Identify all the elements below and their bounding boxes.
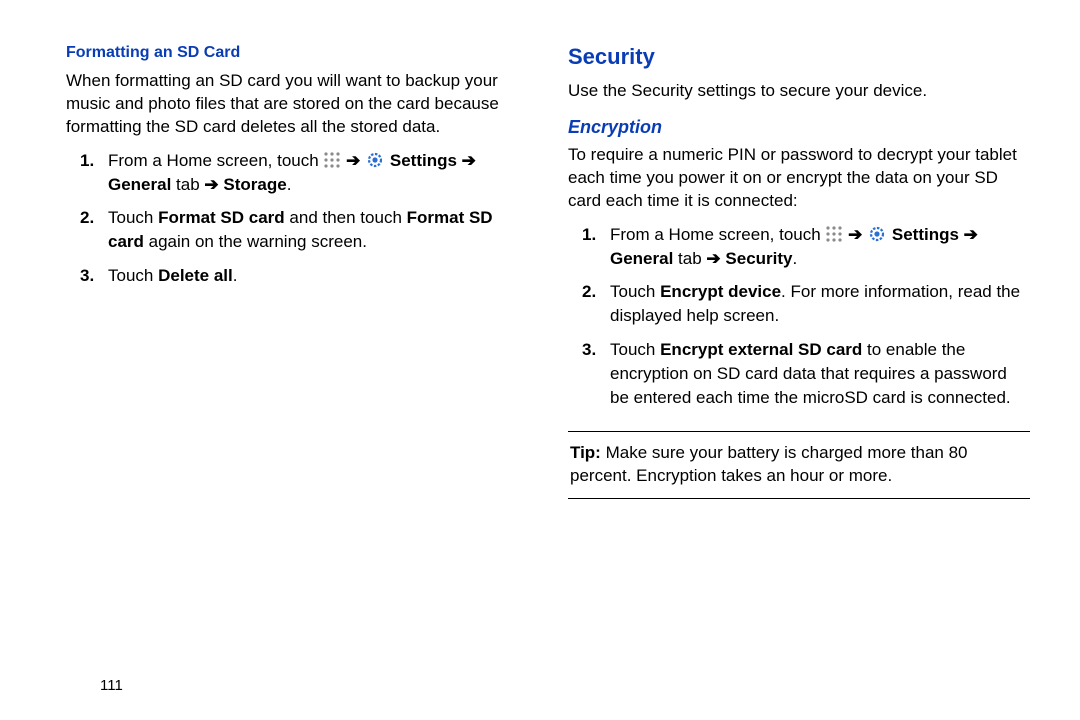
rstep1-pretext: From a Home screen, touch xyxy=(610,225,825,244)
left-steps: From a Home screen, touch ➔ Settings ➔ G… xyxy=(66,149,528,288)
left-column: Formatting an SD Card When formatting an… xyxy=(66,44,558,700)
arrow-icon: ➔ xyxy=(706,249,720,268)
right-step-2: Touch Encrypt device. For more informati… xyxy=(610,280,1030,328)
step2-post: again on the warning screen. xyxy=(144,232,367,251)
encryption-intro: To require a numeric PIN or password to … xyxy=(568,144,1030,213)
settings-gear-icon xyxy=(365,150,385,170)
arrow-icon: ➔ xyxy=(346,151,360,170)
apps-grid-icon xyxy=(825,225,843,243)
security-label: Security xyxy=(725,249,792,268)
period: . xyxy=(287,175,292,194)
security-intro: Use the Security settings to secure your… xyxy=(568,80,1030,103)
rstep2-pre: Touch xyxy=(610,282,660,301)
tip-box: Tip: Make sure your battery is charged m… xyxy=(568,431,1030,499)
settings-gear-icon xyxy=(867,224,887,244)
tip-label: Tip: xyxy=(570,443,601,462)
step3-post: . xyxy=(233,266,238,285)
rstep3-bold1: Encrypt external SD card xyxy=(660,340,862,359)
arrow-icon: ➔ xyxy=(204,175,218,194)
page-number: 111 xyxy=(100,677,123,694)
rstep2-bold1: Encrypt device xyxy=(660,282,781,301)
period: . xyxy=(793,249,798,268)
rstep3-pre: Touch xyxy=(610,340,660,359)
tab-word: tab xyxy=(678,249,706,268)
apps-grid-icon xyxy=(323,151,341,169)
heading-encryption: Encryption xyxy=(568,117,1030,138)
left-step-2: Touch Format SD card and then touch Form… xyxy=(108,206,528,254)
arrow-icon: ➔ xyxy=(848,225,862,244)
right-steps: From a Home screen, touch ➔ Settings ➔ G… xyxy=(568,223,1030,410)
step2-mid: and then touch xyxy=(285,208,407,227)
right-step-3: Touch Encrypt external SD card to enable… xyxy=(610,338,1030,409)
step2-bold1: Format SD card xyxy=(158,208,285,227)
step3-bold1: Delete all xyxy=(158,266,233,285)
heading-security: Security xyxy=(568,44,1030,70)
left-step-3: Touch Delete all. xyxy=(108,264,528,288)
right-column: Security Use the Security settings to se… xyxy=(558,44,1030,700)
tip-text: Tip: Make sure your battery is charged m… xyxy=(570,442,1028,488)
tab-word: tab xyxy=(176,175,204,194)
right-step-1: From a Home screen, touch ➔ Settings ➔ G… xyxy=(610,223,1030,271)
step2-pre: Touch xyxy=(108,208,158,227)
intro-left: When formatting an SD card you will want… xyxy=(66,70,528,139)
heading-formatting-sd: Formatting an SD Card xyxy=(66,44,528,62)
tip-body: Make sure your battery is charged more t… xyxy=(570,443,968,485)
left-step-1: From a Home screen, touch ➔ Settings ➔ G… xyxy=(108,149,528,197)
manual-page: Formatting an SD Card When formatting an… xyxy=(0,0,1080,720)
step1-pretext: From a Home screen, touch xyxy=(108,151,323,170)
storage-label: Storage xyxy=(223,175,286,194)
step3-pre: Touch xyxy=(108,266,158,285)
